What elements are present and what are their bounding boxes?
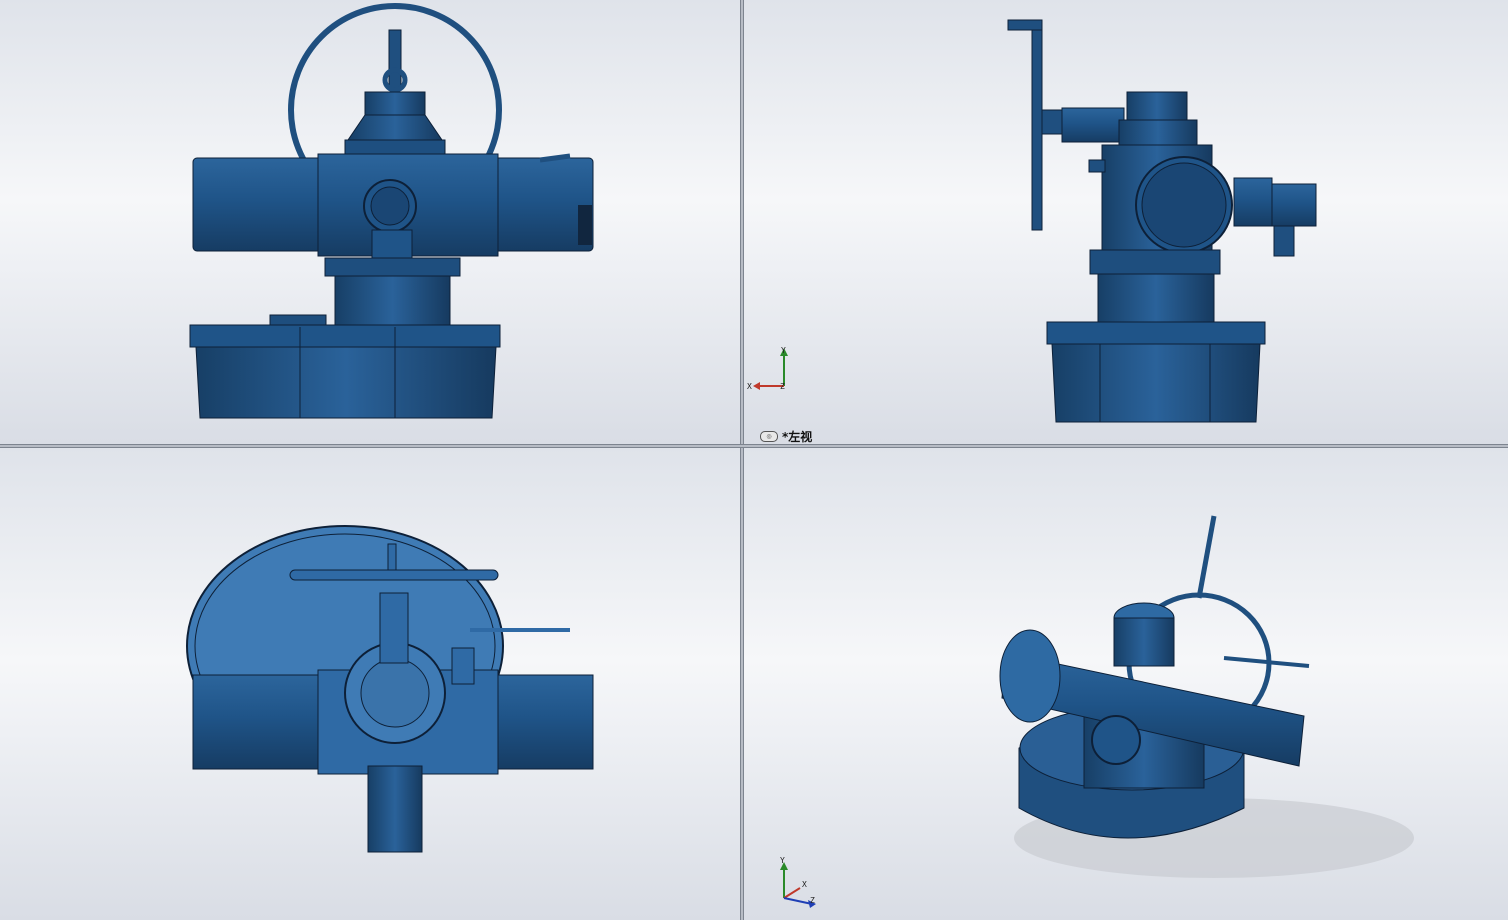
iso-axis-x-label: X — [802, 880, 807, 889]
axis-triad[interactable] — [750, 346, 794, 392]
axis-triad-iso[interactable] — [774, 858, 824, 908]
actuator-top-view — [186, 525, 594, 853]
axis-z-label: Z — [780, 382, 785, 391]
iso-axis-z-label: Z — [810, 896, 815, 905]
viewport-isometric[interactable]: Y X Z — [744, 448, 1508, 920]
actuator-isometric-view — [999, 515, 1414, 878]
view-name-text: *左视 — [782, 430, 813, 444]
view-orientation-icon: ◎ — [760, 431, 778, 442]
view-name-label: ◎ *左视 — [760, 428, 812, 444]
iso-axis-y-label: Y — [780, 856, 785, 865]
viewport-front[interactable] — [0, 0, 740, 444]
axis-y-label: Y — [781, 346, 786, 355]
viewport-left[interactable]: Y X Z ◎ *左视 — [744, 0, 1508, 444]
actuator-left-view — [1007, 19, 1317, 423]
viewport-top[interactable] — [0, 448, 740, 920]
axis-x-label: X — [747, 382, 752, 391]
actuator-front-view — [189, 3, 594, 419]
